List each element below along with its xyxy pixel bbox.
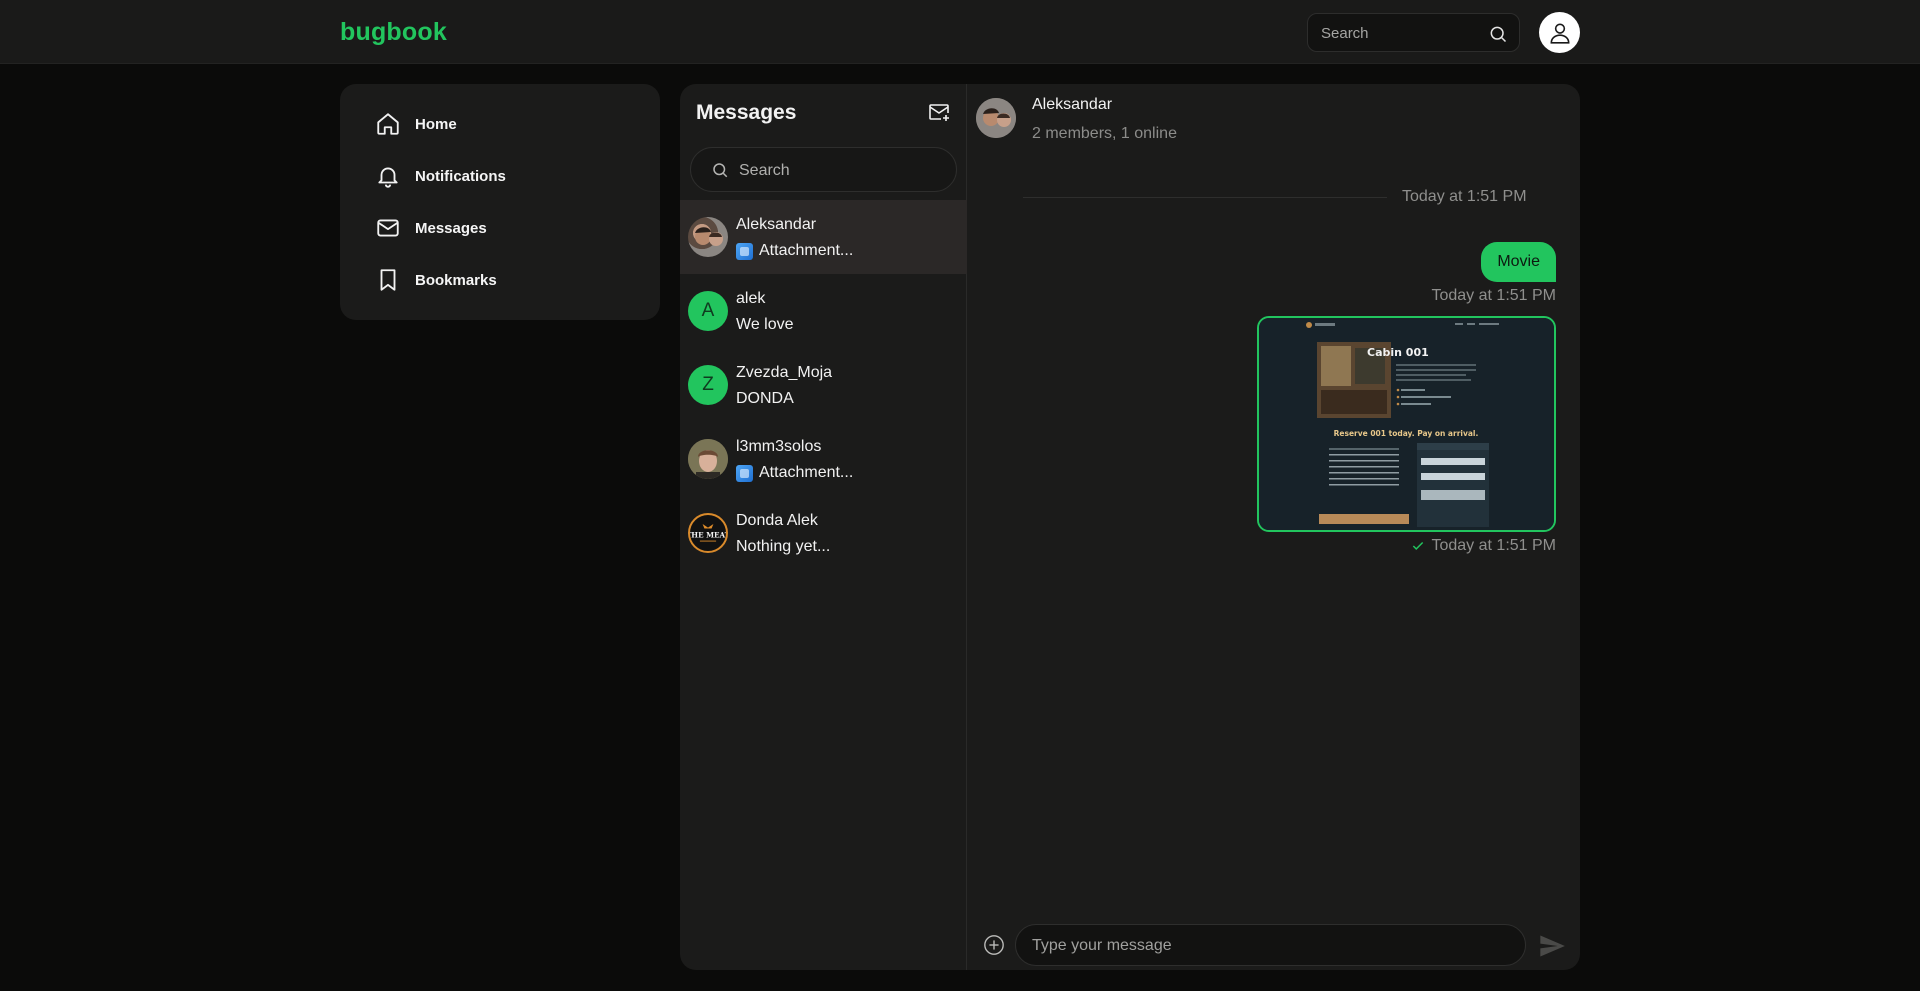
conversation-search-placeholder: Search [739, 162, 790, 179]
attachment-screenshot-image: Cabin 001 Reserve 001 today. Pay on arri… [1259, 318, 1554, 530]
sidebar-item-notifications[interactable]: Notifications [375, 160, 506, 192]
photo-avatar-icon [695, 227, 723, 246]
new-message-icon[interactable] [927, 100, 951, 124]
sidebar-item-label: Notifications [415, 167, 506, 185]
chat-header-status: 2 members, 1 online [1032, 125, 1177, 142]
message-time: Today at 1:51 PM [1431, 287, 1556, 304]
message-time: Today at 1:51 PM [1431, 537, 1556, 554]
chat-panel: Messages Search Aleksandar Attachment...… [680, 84, 1580, 970]
top-bar: bugbook Search [0, 0, 1920, 64]
conversation-preview-text: DONDA [736, 390, 794, 407]
home-icon [377, 113, 399, 135]
user-icon [1550, 23, 1569, 44]
user-avatar-button[interactable] [1539, 12, 1580, 53]
conversation-list: Messages Search Aleksandar Attachment...… [680, 84, 967, 970]
sent-check-icon [1413, 541, 1424, 550]
message-bubble[interactable]: Movie [1481, 242, 1556, 282]
conversation-name: l3mm3solos [736, 438, 822, 455]
avatar [688, 217, 728, 257]
bookmark-icon [380, 269, 396, 291]
conversation-item-l3mm3solos[interactable]: l3mm3solos Attachment... [680, 422, 967, 496]
conversation-name: Donda Alek [736, 512, 818, 529]
conversation-item-zvezda-moja[interactable]: Z Zvezda_Moja DONDA [680, 348, 967, 422]
search-icon [713, 163, 728, 178]
conversation-item-aleksandar[interactable]: Aleksandar Attachment... [680, 200, 967, 274]
avatar: Z [688, 365, 728, 405]
top-search-placeholder: Search [1321, 25, 1369, 42]
conversation-name: Aleksandar [736, 216, 817, 233]
sidebar-item-bookmarks[interactable]: Bookmarks [375, 264, 497, 296]
conversation-item-alek[interactable]: A alek We love [680, 274, 967, 348]
attachment-icon [736, 242, 753, 260]
add-attachment-icon[interactable] [983, 934, 1005, 956]
conversation-preview-text: Nothing yet... [736, 538, 831, 555]
conversation-item-donda-alek[interactable]: THE MEAT Donda Alek Nothing yet... [680, 496, 967, 570]
conversation-preview-text: Attachment... [759, 464, 854, 481]
sidebar: Home Notifications Messages Bookmarks [340, 84, 660, 320]
photo-avatar-icon [688, 439, 728, 479]
avatar-letter: Z [702, 374, 714, 395]
date-divider: Today at 1:51 PM [1402, 188, 1527, 205]
messages-title: Messages [696, 101, 797, 124]
conversation-search-input[interactable]: Search [690, 147, 957, 192]
conversation-name: alek [736, 290, 766, 307]
the-meat-logo-text: THE MEAT [690, 531, 726, 540]
avatar [688, 439, 728, 479]
message-input-placeholder: Type your message [1032, 937, 1172, 954]
message-input[interactable]: Type your message [1015, 924, 1526, 966]
avatar: A [688, 291, 728, 331]
chat-header-name[interactable]: Aleksandar [1032, 96, 1112, 114]
app-logo[interactable]: bugbook [340, 18, 447, 47]
chat-header-avatar[interactable] [976, 98, 1016, 138]
send-icon[interactable] [1538, 932, 1566, 960]
conversation-preview-text: We love [736, 316, 794, 333]
image-attachment-message[interactable]: Cabin 001 Reserve 001 today. Pay on arri… [1257, 316, 1556, 532]
date-divider-line [1023, 197, 1387, 198]
sidebar-item-label: Messages [415, 219, 487, 237]
mail-icon [377, 219, 399, 237]
photo-avatar-icon [976, 98, 1016, 138]
sidebar-item-label: Bookmarks [415, 271, 497, 289]
chat-area: Aleksandar 2 members, 1 online Today at … [967, 84, 1580, 970]
bell-icon [378, 167, 398, 188]
conversation-name: Zvezda_Moja [736, 364, 833, 381]
search-icon[interactable] [1488, 24, 1508, 44]
attachment-tagline: Reserve 001 today. Pay on arrival. [1334, 429, 1479, 438]
sidebar-item-home[interactable]: Home [375, 108, 457, 140]
attachment-heading: Cabin 001 [1367, 346, 1429, 359]
message-time-row: Today at 1:51 PM [1411, 537, 1556, 555]
avatar: THE MEAT [688, 513, 728, 553]
attachment-icon [736, 464, 753, 482]
sidebar-item-label: Home [415, 115, 457, 133]
conversation-preview-text: Attachment... [759, 242, 854, 259]
avatar-letter: A [701, 300, 715, 321]
conversation-preview: Attachment... [736, 464, 853, 482]
sidebar-item-messages[interactable]: Messages [375, 212, 487, 244]
the-meat-logo-icon: THE MEAT [690, 524, 726, 542]
top-search-input[interactable]: Search [1307, 13, 1520, 52]
conversation-preview: We love [736, 316, 794, 334]
conversation-preview: Attachment... [736, 242, 853, 260]
conversation-preview: Nothing yet... [736, 538, 830, 556]
conversation-preview: DONDA [736, 390, 794, 408]
